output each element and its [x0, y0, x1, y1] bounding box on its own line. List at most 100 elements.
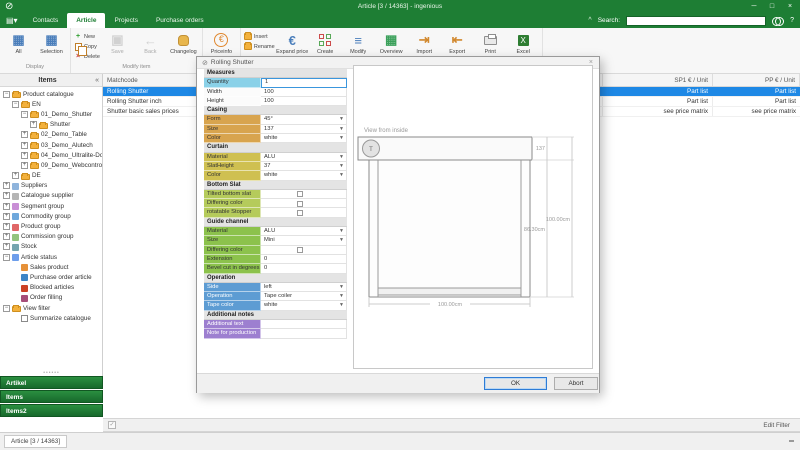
param-value[interactable]: ALU▼ [261, 227, 347, 236]
insert-button[interactable]: Insert [244, 32, 275, 41]
param-value[interactable]: 37▼ [261, 162, 347, 171]
expander-icon[interactable]: + [3, 223, 10, 230]
tree-item-02-demo-table[interactable]: +02_Demo_Table [0, 130, 102, 140]
tree-item-product-catalogue[interactable]: −Product catalogue [0, 89, 102, 99]
tree-item-catalogue-supplier[interactable]: +Catalogue supplier [0, 191, 102, 201]
panel-items[interactable]: Items [0, 390, 103, 403]
expander-icon[interactable]: + [3, 213, 10, 220]
tab-purchase-orders[interactable]: Purchase orders [147, 13, 213, 28]
expander-icon[interactable]: + [21, 152, 28, 159]
tree-item-sales-product[interactable]: +Sales product [0, 262, 102, 272]
help-icon[interactable]: ? [790, 17, 794, 24]
param-value[interactable]: 137▼ [261, 125, 347, 134]
expander-icon[interactable]: + [21, 142, 28, 149]
checkbox[interactable] [297, 191, 303, 197]
tree-item-03-demo-alutech[interactable]: +03_Demo_Alutech [0, 140, 102, 150]
app-menu-icon[interactable]: ▤▾ [0, 13, 24, 28]
chevron-down-icon[interactable]: ▼ [339, 134, 344, 143]
tree-item-commission-group[interactable]: +Commission group [0, 232, 102, 242]
chevron-down-icon[interactable]: ▼ [339, 236, 344, 245]
param-row-size[interactable]: Size137▼ [204, 125, 347, 134]
param-row-bevel-cut-in-degrees[interactable]: Bevel cut in degrees0 [204, 264, 347, 273]
chevron-down-icon[interactable]: ▼ [339, 153, 344, 162]
edit-filter-link[interactable]: Edit Filter [763, 422, 790, 429]
param-row-width[interactable]: Width100 [204, 88, 347, 97]
tree-item-commodity-group[interactable]: +Commodity group [0, 211, 102, 221]
expander-icon[interactable]: − [21, 111, 28, 118]
param-value[interactable]: left▼ [261, 283, 347, 292]
param-value[interactable]: 100 [261, 88, 347, 97]
expander-icon[interactable]: + [30, 121, 37, 128]
tree-item-04-demo-ultralite-doors[interactable]: +04_Demo_Ultralite-Doors [0, 150, 102, 160]
param-row-color[interactable]: Colorwhite▼ [204, 134, 347, 143]
param-row-extension[interactable]: Extension0 [204, 255, 347, 264]
chevron-down-icon[interactable]: ▼ [339, 301, 344, 310]
param-row-tape-color[interactable]: Tape colorwhite▼ [204, 301, 347, 310]
panel-artikel[interactable]: Artikel [0, 376, 103, 389]
close-button[interactable]: × [782, 0, 798, 13]
ok-button[interactable]: OK [484, 377, 547, 390]
param-row-color[interactable]: Colorwhite▼ [204, 171, 347, 180]
tree-item-purchase-order-article[interactable]: +Purchase order article [0, 272, 102, 282]
minimize-button[interactable]: ─ [746, 0, 762, 13]
tree-item-article-status[interactable]: −Article status [0, 252, 102, 262]
expander-icon[interactable]: + [21, 131, 28, 138]
tab-article[interactable]: Article [67, 13, 105, 28]
param-value[interactable] [261, 199, 347, 208]
new-button[interactable]: +New [74, 32, 100, 41]
param-value[interactable] [261, 320, 347, 329]
tree-item-segment-group[interactable]: +Segment group [0, 201, 102, 211]
tree-item-stock[interactable]: +Stock [0, 242, 102, 252]
expander-icon[interactable]: + [21, 162, 28, 169]
param-row-size[interactable]: SizeMini▼ [204, 236, 347, 245]
expander-icon[interactable]: + [3, 203, 10, 210]
collapse-ribbon-icon[interactable]: ^ [588, 17, 591, 24]
tree-item-suppliers[interactable]: +Suppliers [0, 181, 102, 191]
param-value[interactable]: Tape coiler▼ [261, 292, 347, 301]
tab-projects[interactable]: Projects [105, 13, 146, 28]
param-value[interactable] [261, 190, 347, 199]
tree-item-en[interactable]: −EN [0, 99, 102, 109]
expander-icon[interactable]: + [12, 172, 19, 179]
chevron-down-icon[interactable]: ▼ [339, 227, 344, 236]
expander-icon[interactable]: − [3, 254, 10, 261]
tree-item-product-group[interactable]: +Product group [0, 221, 102, 231]
param-value[interactable]: 0 [261, 255, 347, 264]
search-input[interactable] [626, 16, 766, 26]
param-value[interactable]: Mini▼ [261, 236, 347, 245]
resize-grip[interactable] [789, 440, 794, 442]
param-row-form[interactable]: Form45°▼ [204, 115, 347, 124]
chevron-down-icon[interactable]: ▼ [339, 292, 344, 301]
param-row-rotatable-stopper[interactable]: rotatable Stopper [204, 208, 347, 217]
column-header-pp[interactable]: PP € / Unit [713, 74, 800, 86]
checkbox[interactable] [297, 210, 303, 216]
expander-icon[interactable]: + [3, 192, 10, 199]
tree-item-09-demo-webcontrols[interactable]: +09_Demo_Webcontrols [0, 160, 102, 170]
param-row-additional-text[interactable]: Additional text [204, 320, 347, 329]
chevron-down-icon[interactable]: ▼ [339, 283, 344, 292]
document-tab[interactable]: Article [3 / 14363] [4, 435, 67, 448]
tree-item-summarize-catalogue[interactable]: +Summarize catalogue [0, 313, 102, 323]
sidebar-collapse-icon[interactable]: « [95, 77, 102, 84]
param-row-side[interactable]: Sideleft▼ [204, 283, 347, 292]
selection-button[interactable]: ▦Selection [36, 30, 67, 62]
chevron-down-icon[interactable]: ▼ [339, 125, 344, 134]
tree-item-view-filter[interactable]: −View filter [0, 303, 102, 313]
tree-item-de[interactable]: +DE [0, 171, 102, 181]
param-row-slatheight[interactable]: SlatHeight37▼ [204, 162, 347, 171]
tree-item-01-demo-shutter[interactable]: −01_Demo_Shutter [0, 109, 102, 119]
chevron-down-icon[interactable]: ▼ [339, 171, 344, 180]
param-value[interactable] [261, 246, 347, 255]
checkbox[interactable] [297, 201, 303, 207]
checkbox[interactable] [297, 247, 303, 253]
param-row-operation[interactable]: OperationTape coiler▼ [204, 292, 347, 301]
param-value[interactable]: 100 [261, 97, 347, 106]
tab-contacts[interactable]: Contacts [24, 13, 68, 28]
filter-checkbox-icon[interactable]: ✓ [108, 421, 116, 429]
expander-icon[interactable]: + [3, 233, 10, 240]
param-row-material[interactable]: MaterialALU▼ [204, 153, 347, 162]
expander-icon[interactable]: + [3, 243, 10, 250]
all-button[interactable]: ▦All [3, 30, 34, 62]
param-row-quantity[interactable]: Quantity1 [204, 78, 347, 87]
param-value[interactable]: white▼ [261, 134, 347, 143]
